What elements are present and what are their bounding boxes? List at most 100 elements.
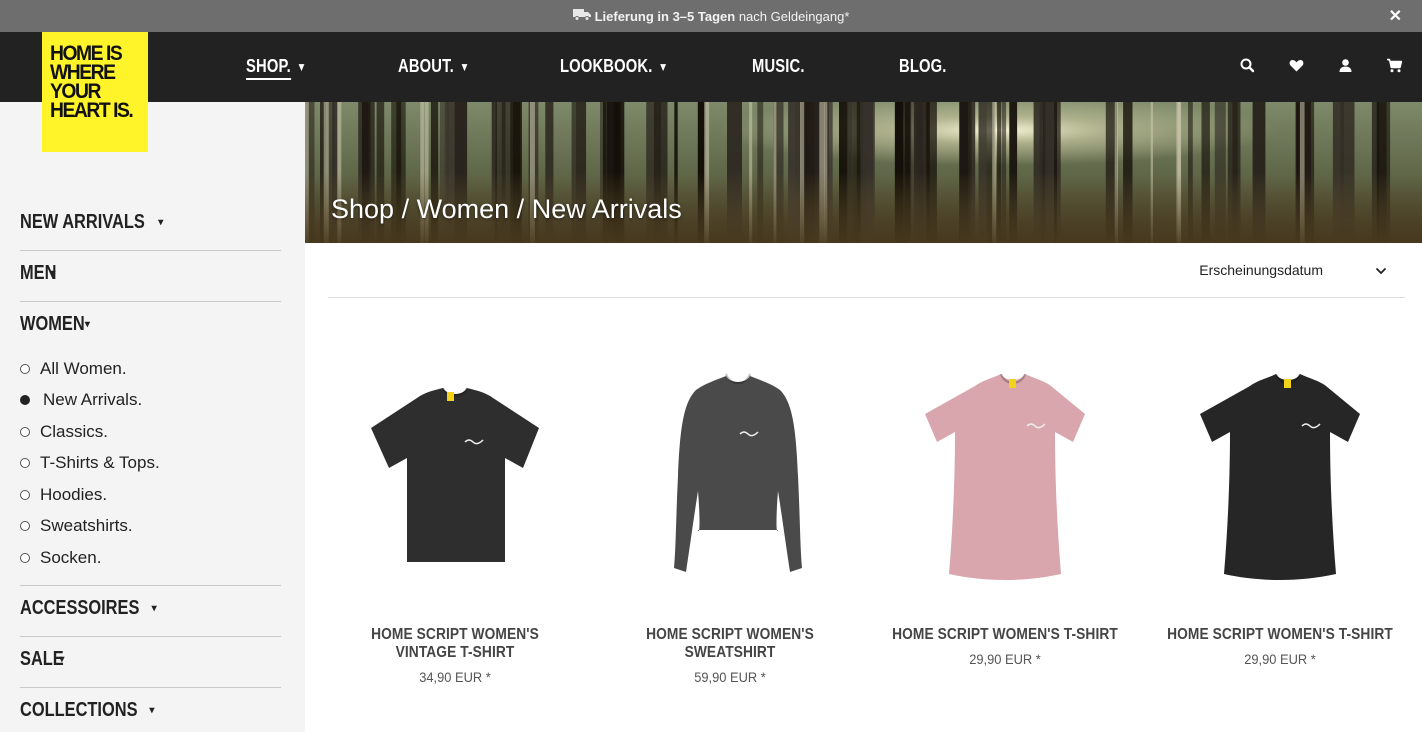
subcategory-classics[interactable]: Classics. xyxy=(20,422,108,442)
category-sidebar xyxy=(0,102,305,732)
delivery-info-text: nach Geldeingang* xyxy=(735,8,850,24)
breadcrumb-new-arrivals[interactable]: New Arrivals xyxy=(532,194,682,224)
radio-icon xyxy=(20,364,30,374)
nav-item-label: BLOG. xyxy=(899,56,947,76)
category-women[interactable]: WOMEN▾ xyxy=(20,313,281,336)
breadcrumb-shop[interactable]: Shop xyxy=(331,194,394,224)
chevron-down-icon: ▼ xyxy=(296,60,307,74)
category-label: COLLECTIONS xyxy=(20,699,138,721)
category-label: WOMEN xyxy=(20,313,85,335)
chevron-down-icon: ▼ xyxy=(459,60,470,74)
product-price: 34,90 EUR * xyxy=(419,669,491,685)
product-price: 29,90 EUR * xyxy=(969,651,1041,667)
subcategory-sweatshirts[interactable]: Sweatshirts. xyxy=(20,516,133,536)
subcategory-all-women[interactable]: All Women. xyxy=(20,359,127,379)
product-price: 59,90 EUR * xyxy=(694,669,766,685)
garment-shape xyxy=(371,388,539,562)
close-icon[interactable]: ✕ xyxy=(1389,6,1402,26)
category-collections[interactable]: COLLECTIONS ▾ xyxy=(20,699,281,722)
nav-item-label: MUSIC. xyxy=(752,56,805,76)
heart-icon[interactable] xyxy=(1287,56,1306,75)
cart-icon[interactable] xyxy=(1385,56,1404,75)
nav-item-shop[interactable]: SHOP. ▼ xyxy=(246,56,307,80)
divider xyxy=(20,585,281,586)
sort-bar: Erscheinungsdatum xyxy=(328,244,1405,298)
subcategory-label: Hoodies. xyxy=(40,485,108,504)
sort-select[interactable]: Erscheinungsdatum xyxy=(1199,262,1387,278)
nav-item-blog[interactable]: BLOG. xyxy=(899,56,947,77)
truck-icon xyxy=(572,8,591,24)
divider xyxy=(20,301,281,302)
radio-selected-icon xyxy=(20,395,30,405)
nav-item-about[interactable]: ABOUT. ▼ xyxy=(398,56,470,77)
product-card[interactable]: HOME SCRIPT WOMEN'S T-SHIRT 29,90 EUR * xyxy=(875,316,1135,667)
garment-shape xyxy=(1200,374,1360,580)
radio-icon xyxy=(20,521,30,531)
subcategory-label: All Women. xyxy=(40,359,127,378)
chevron-down-icon xyxy=(1375,262,1387,278)
category-label: SALE xyxy=(20,648,64,670)
nav-item-label: ABOUT. xyxy=(398,56,454,76)
subcategory-new-arrivals[interactable]: New Arrivals. xyxy=(20,390,142,410)
product-card[interactable]: HOME SCRIPT WOMEN'S T-SHIRT 29,90 EUR * xyxy=(1150,316,1410,667)
chevron-down-icon: ▾ xyxy=(151,603,157,614)
category-hero-banner: Shop / Women / New Arrivals xyxy=(305,102,1422,243)
brand-logo[interactable]: HOME IS WHERE YOUR HEART IS. xyxy=(42,32,148,152)
category-accessoires[interactable]: ACCESSOIRES ▾ xyxy=(20,597,281,620)
radio-icon xyxy=(20,490,30,500)
radio-icon xyxy=(20,427,30,437)
chevron-down-icon: ▾ xyxy=(59,654,65,665)
radio-icon xyxy=(20,553,30,563)
subcategory-hoodies[interactable]: Hoodies. xyxy=(20,485,107,505)
chevron-down-icon: ▾ xyxy=(84,319,90,330)
subcategory-socken[interactable]: Socken. xyxy=(20,548,101,568)
product-card[interactable]: HOME SCRIPT WOMEN'S VINTAGE T-SHIRT 34,9… xyxy=(325,316,585,685)
product-name[interactable]: HOME SCRIPT WOMEN'S SWEATSHIRT xyxy=(605,626,854,662)
product-card[interactable]: HOME SCRIPT WOMEN'S SWEATSHIRT 59,90 EUR… xyxy=(600,316,860,685)
product-name[interactable]: HOME SCRIPT WOMEN'S T-SHIRT xyxy=(880,626,1129,644)
divider xyxy=(20,687,281,688)
radio-icon xyxy=(20,458,30,468)
breadcrumb-separator: / xyxy=(401,194,410,224)
nav-item-label: SHOP. xyxy=(246,56,291,80)
product-name[interactable]: HOME SCRIPT WOMEN'S VINTAGE T-SHIRT xyxy=(348,626,563,662)
product-image[interactable] xyxy=(1150,316,1410,626)
divider xyxy=(20,636,281,637)
garment-shape xyxy=(925,374,1085,580)
subcategory-label: Socken. xyxy=(40,548,102,567)
delivery-info-bar: Lieferung in 3–5 Tagen nach Geldeingang*… xyxy=(0,0,1422,32)
subcategory-tshirts-tops[interactable]: T-Shirts & Tops. xyxy=(20,453,160,473)
nav-item-label: LOOKBOOK. xyxy=(560,56,653,76)
subcategory-label: Sweatshirts. xyxy=(40,516,133,535)
divider xyxy=(20,250,281,251)
category-label: NEW ARRIVALS xyxy=(20,211,145,233)
category-sale[interactable]: SALE▾ xyxy=(20,648,281,671)
sort-selected-value: Erscheinungsdatum xyxy=(1199,262,1323,278)
subcategory-label: New Arrivals. xyxy=(43,390,143,409)
user-icon[interactable] xyxy=(1336,56,1355,75)
subcategory-label: T-Shirts & Tops. xyxy=(40,453,160,472)
chevron-down-icon: ▾ xyxy=(158,217,164,228)
garment-shape xyxy=(674,376,802,572)
chevron-down-icon: ▾ xyxy=(50,268,56,279)
nav-item-lookbook[interactable]: LOOKBOOK. ▼ xyxy=(560,56,668,77)
chevron-down-icon: ▾ xyxy=(149,705,155,716)
logo-line: HEART IS. xyxy=(50,99,134,122)
category-men[interactable]: MEN▾ xyxy=(20,262,281,285)
chevron-down-icon: ▼ xyxy=(658,60,669,74)
breadcrumb-separator: / xyxy=(516,194,525,224)
delivery-info-bold: Lieferung in 3–5 Tagen xyxy=(594,8,736,24)
product-image[interactable] xyxy=(875,316,1135,626)
breadcrumb-women[interactable]: Women xyxy=(417,194,510,224)
search-icon[interactable] xyxy=(1238,56,1257,75)
main-navigation: SHOP. ▼ ABOUT. ▼ LOOKBOOK. ▼ MUSIC. BLOG. xyxy=(0,32,1422,102)
category-new-arrivals[interactable]: NEW ARRIVALS ▾ xyxy=(20,211,281,234)
category-label: ACCESSOIRES xyxy=(20,597,140,619)
product-price: 29,90 EUR * xyxy=(1244,651,1316,667)
nav-item-music[interactable]: MUSIC. xyxy=(752,56,805,77)
product-image[interactable] xyxy=(325,316,585,626)
breadcrumb: Shop / Women / New Arrivals xyxy=(331,194,682,225)
product-name[interactable]: HOME SCRIPT WOMEN'S T-SHIRT xyxy=(1155,626,1404,644)
subcategory-label: Classics. xyxy=(40,422,109,441)
product-image[interactable] xyxy=(600,316,860,626)
